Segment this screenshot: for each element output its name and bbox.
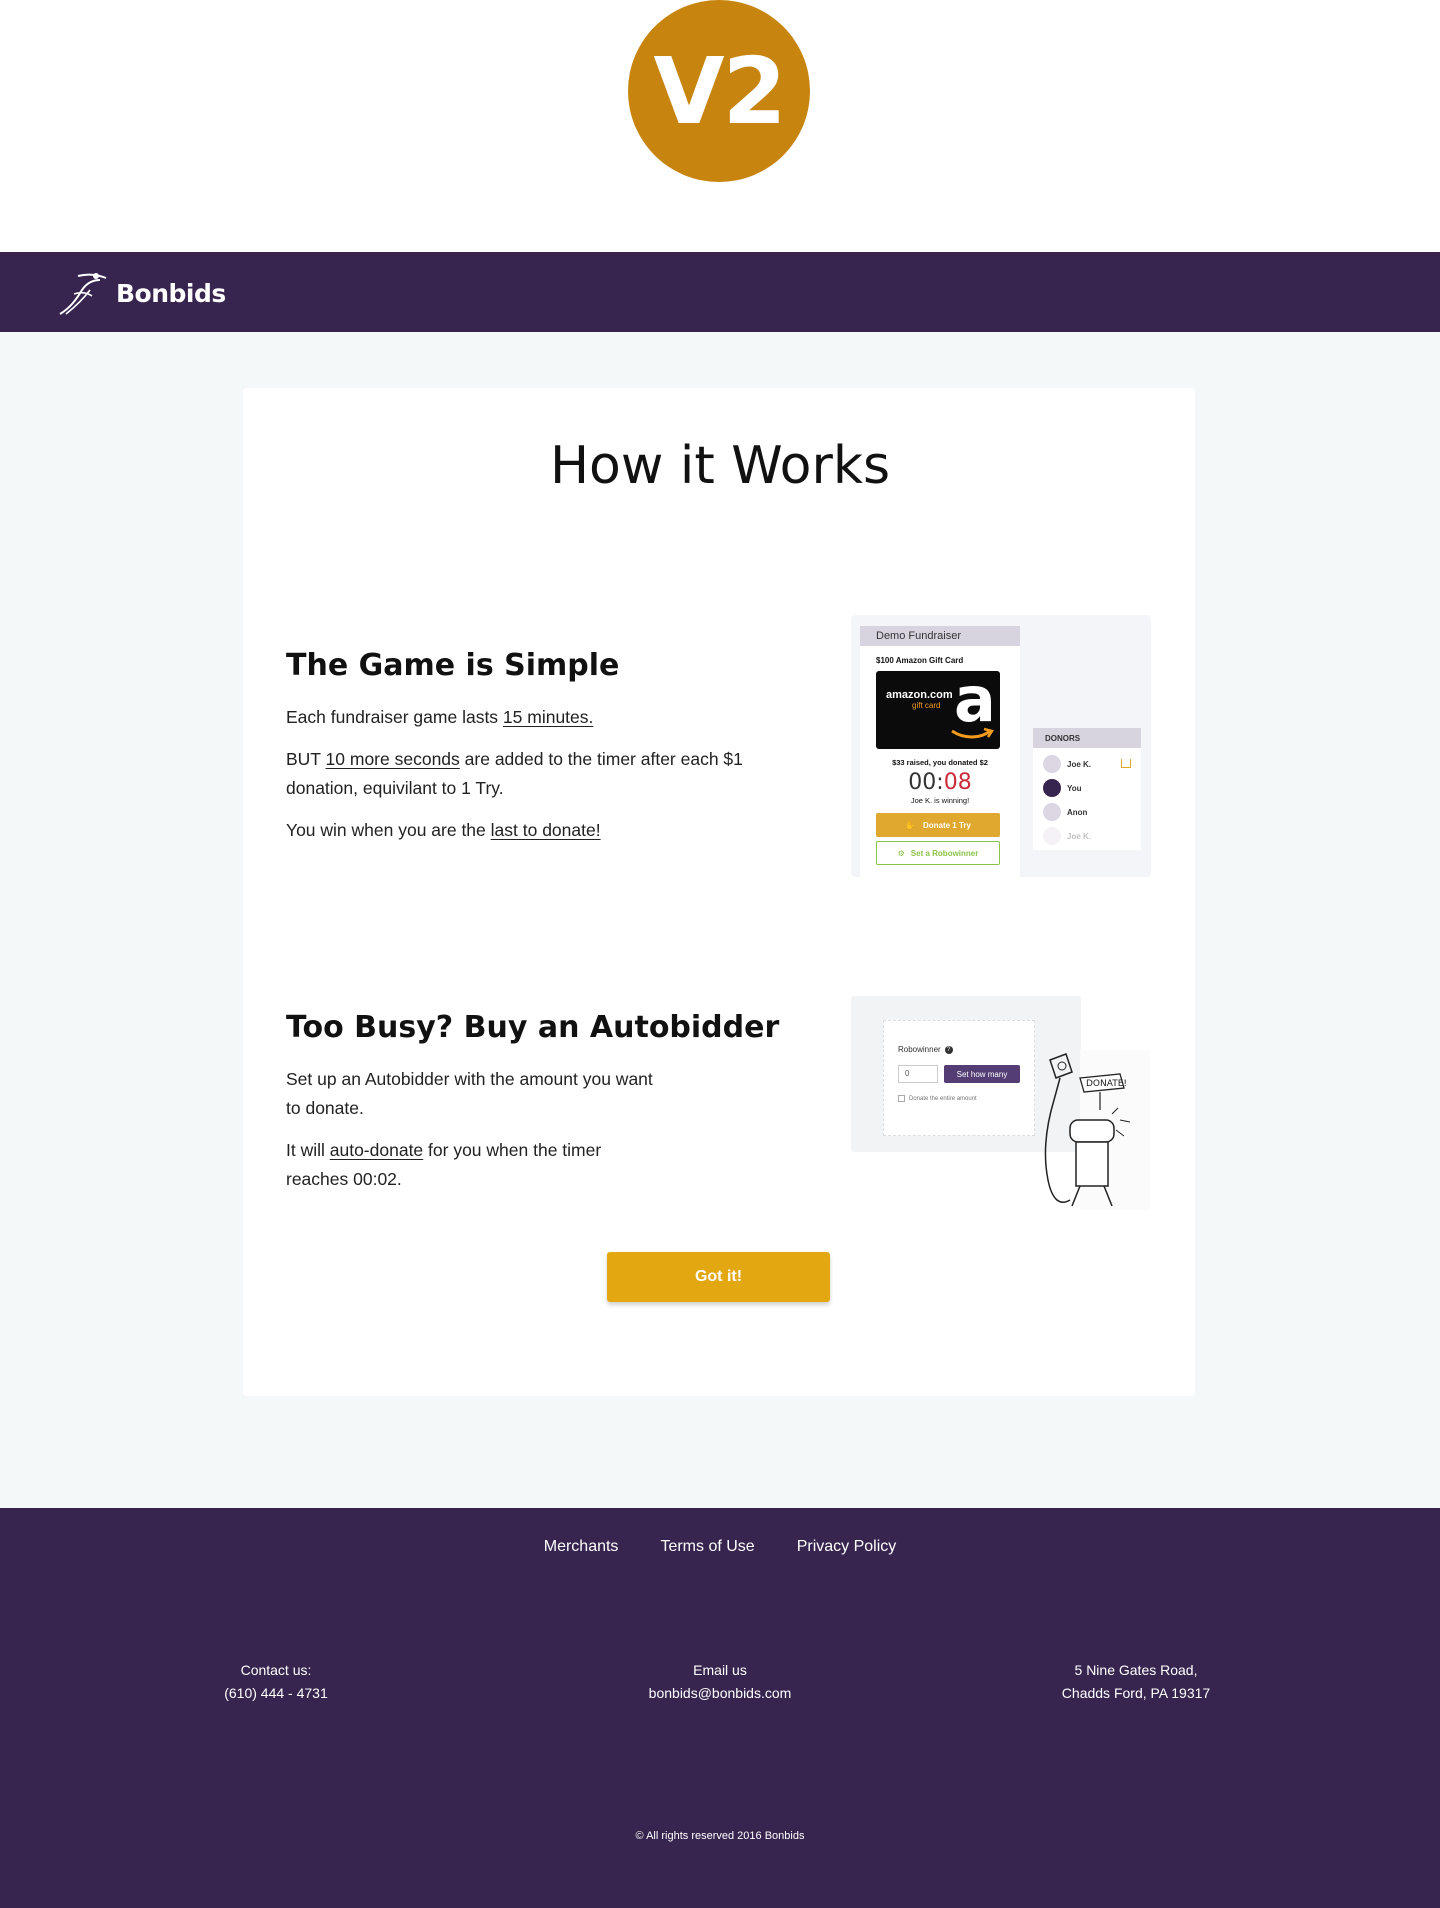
demo-header: Demo Fundraiser — [860, 626, 1020, 646]
footer-links: Merchants Terms of Use Privacy Policy — [0, 1538, 1440, 1556]
raised-text: $33 raised, you donated $2 — [892, 758, 988, 767]
footer-address: 5 Nine Gates Road, Chadds Ford, PA 19317 — [1061, 1662, 1211, 1701]
section-game-p2: BUT 10 more seconds are added to the tim… — [286, 749, 743, 798]
avatar — [1043, 803, 1061, 821]
section-game-p3: You win when you are the last to donate! — [286, 820, 601, 840]
got-it-button[interactable]: Got it! — [607, 1252, 830, 1302]
set-robowinner-button[interactable]: ⚙ Set a Robowinner — [876, 841, 1000, 865]
robowinner-label: Robowinner ? — [898, 1045, 953, 1054]
site-header: Bonbids — [0, 252, 1440, 332]
ten-seconds-link[interactable]: 10 more seconds — [326, 749, 460, 769]
avatar — [1043, 779, 1061, 797]
copyright: © All rights reserved 2016 Bonbids — [635, 1830, 805, 1842]
avatar — [1043, 755, 1061, 773]
donor-row: Joe K. — [1033, 752, 1141, 776]
hand-icon: ✋ — [905, 820, 915, 830]
donate-entire-amount-checkbox[interactable]: Donate the entire amount — [898, 1095, 977, 1102]
donor-row: You — [1033, 776, 1141, 800]
donors-panel: DONORS Joe K. You Anon Joe K. — [1033, 728, 1141, 850]
auto-donate-link[interactable]: auto-donate — [330, 1140, 423, 1160]
section-autobidder-p2: It will auto-donate for you when the tim… — [286, 1140, 602, 1189]
fifteen-minutes-link[interactable]: 15 minutes. — [503, 707, 593, 727]
how-it-works-card — [243, 388, 1195, 1396]
contact-email[interactable]: bonbids@bonbids.com — [620, 1682, 820, 1705]
section-game-p1: Each fundraiser game lasts 15 minutes. — [286, 707, 594, 727]
gift-brand: amazon.com — [886, 689, 953, 701]
robot-sketch-illustration: DONATE! — [1044, 1050, 1150, 1210]
site-footer: Merchants Terms of Use Privacy Policy Co… — [0, 1508, 1440, 1908]
donate-one-try-button[interactable]: ✋ Donate 1 Try — [876, 813, 1000, 837]
donor-row: Joe K. — [1033, 824, 1141, 848]
brand-logo[interactable]: Bonbids — [56, 270, 226, 316]
gift-sub: gift card — [912, 701, 941, 710]
amazon-gift-card-image: amazon.com gift card a — [876, 663, 1000, 749]
donor-row: Anon — [1033, 800, 1141, 824]
demo-main-panel: Demo Fundraiser $100 Amazon Gift Card am… — [860, 626, 1020, 877]
donors-title: DONORS — [1033, 728, 1141, 748]
runner-logo-icon — [59, 273, 107, 315]
section-game-title: The Game is Simple — [286, 648, 620, 683]
last-to-donate-link[interactable]: last to donate! — [491, 820, 601, 840]
footer-contact: Contact us: (610) 444 - 4731 — [176, 1659, 376, 1705]
footer-email: Email us bonbids@bonbids.com — [620, 1659, 820, 1705]
set-how-many-button[interactable]: Set how many — [944, 1065, 1020, 1083]
footer-link-privacy[interactable]: Privacy Policy — [797, 1538, 897, 1556]
footer-link-merchants[interactable]: Merchants — [544, 1538, 619, 1556]
robot-sign-text: DONATE! — [1086, 1079, 1127, 1089]
help-icon[interactable]: ? — [944, 1045, 953, 1054]
robot-icon: ⚙ — [897, 848, 905, 858]
contact-phone[interactable]: (610) 444 - 4731 — [176, 1682, 376, 1705]
demo-prize: $100 Amazon Gift Card — [876, 656, 964, 665]
robowinner-form: Robowinner ? 0 Set how many Donate the e… — [883, 1020, 1035, 1136]
page-title: How it Works — [549, 436, 891, 496]
checkbox-icon — [898, 1095, 905, 1102]
section-autobidder-p1: Set up an Autobidder with the amount you… — [286, 1069, 653, 1118]
footer-link-terms[interactable]: Terms of Use — [660, 1538, 754, 1556]
amazon-smile-icon — [951, 727, 994, 739]
robowinner-amount-input[interactable]: 0 — [898, 1065, 938, 1083]
countdown-timer: 00:08 — [908, 770, 972, 795]
brand-name: Bonbids — [116, 278, 226, 308]
winning-text: Joe K. is winning! — [910, 796, 970, 805]
demo-fundraiser-widget: Demo Fundraiser $100 Amazon Gift Card am… — [851, 615, 1151, 877]
gift-letter: a — [954, 663, 996, 736]
section-autobidder-title: Too Busy? Buy an Autobidder — [286, 1010, 780, 1045]
avatar — [1043, 827, 1061, 845]
crown-icon — [1121, 759, 1131, 768]
version-badge: V2 — [628, 0, 810, 182]
